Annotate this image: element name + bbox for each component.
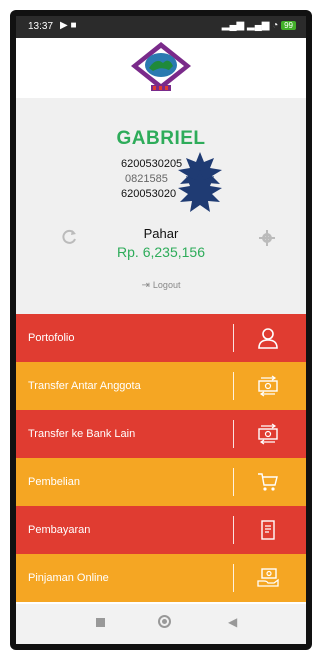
- menu-item-label: Transfer ke Bank Lain: [28, 428, 136, 440]
- phone-number: 0821585: [125, 173, 168, 185]
- menu-item-pembelian[interactable]: Pembelian: [16, 458, 306, 506]
- money-transfer-icon: [258, 375, 278, 397]
- phone-screen: 13:37 ▶ ■ ▂▄▆ ▂▄▆ ◔ 99 GABRIEL 620053020…: [16, 16, 306, 644]
- main-menu: Portofolio Transfer Antar Anggota Transf…: [16, 314, 306, 602]
- profile-panel: GABRIEL 6200530205 0821585 620053020 Pah…: [16, 98, 306, 314]
- menu-item-label: Portofolio: [28, 332, 75, 344]
- menu-item-label: Pembelian: [28, 476, 80, 488]
- status-time: 13:37: [28, 21, 54, 32]
- menu-divider: [233, 516, 234, 544]
- back-icon[interactable]: ◀: [228, 615, 237, 629]
- menu-item-portofolio[interactable]: Portofolio: [16, 314, 306, 362]
- cooperative-logo: [131, 42, 191, 91]
- status-bar: 13:37 ▶ ■ ▂▄▆ ▂▄▆ ◔ 99: [16, 16, 306, 38]
- battery-icon: 99: [281, 21, 296, 30]
- branch-label: Pahar: [143, 226, 179, 241]
- recent-apps-icon[interactable]: [96, 618, 105, 627]
- menu-divider: [233, 564, 234, 592]
- cash-hand-icon: [257, 568, 279, 587]
- menu-divider: [233, 468, 234, 496]
- system-navigation-bar: ◀: [16, 604, 306, 644]
- menu-item-transfer-antar-anggota[interactable]: Transfer Antar Anggota: [16, 362, 306, 410]
- menu-divider: [233, 324, 234, 352]
- account-number: 6200530205: [121, 158, 183, 170]
- signal-wifi-icon: ▂▄▆ ▂▄▆ ◔ 99: [222, 20, 296, 31]
- member-name: GABRIEL: [116, 128, 206, 149]
- balance-amount: Rp. 6,235,156: [117, 244, 205, 260]
- menu-item-pinjaman-online[interactable]: Pinjaman Online: [16, 554, 306, 602]
- header-logo-bar: [16, 38, 306, 98]
- logout-link[interactable]: ⇥ Logout: [16, 280, 306, 291]
- redaction-stars: [178, 152, 222, 212]
- logout-icon: ⇥: [141, 280, 150, 291]
- menu-item-transfer-ke-bank-lain[interactable]: Transfer ke Bank Lain: [16, 410, 306, 458]
- logout-label: Logout: [152, 280, 181, 290]
- play-icon: ▶ ■: [60, 20, 77, 31]
- receipt-icon: [261, 520, 275, 540]
- menu-item-label: Pembayaran: [28, 524, 91, 536]
- cart-icon: [258, 473, 278, 491]
- home-icon[interactable]: [158, 615, 171, 628]
- menu-divider: [233, 420, 234, 448]
- menu-item-label: Pinjaman Online: [28, 572, 109, 584]
- menu-item-label: Transfer Antar Anggota: [28, 380, 141, 392]
- menu-item-pembayaran[interactable]: Pembayaran: [16, 506, 306, 554]
- member-id: 620053020: [121, 188, 177, 200]
- user-icon: [258, 328, 278, 349]
- menu-divider: [233, 372, 234, 400]
- money-transfer-icon: [258, 423, 278, 445]
